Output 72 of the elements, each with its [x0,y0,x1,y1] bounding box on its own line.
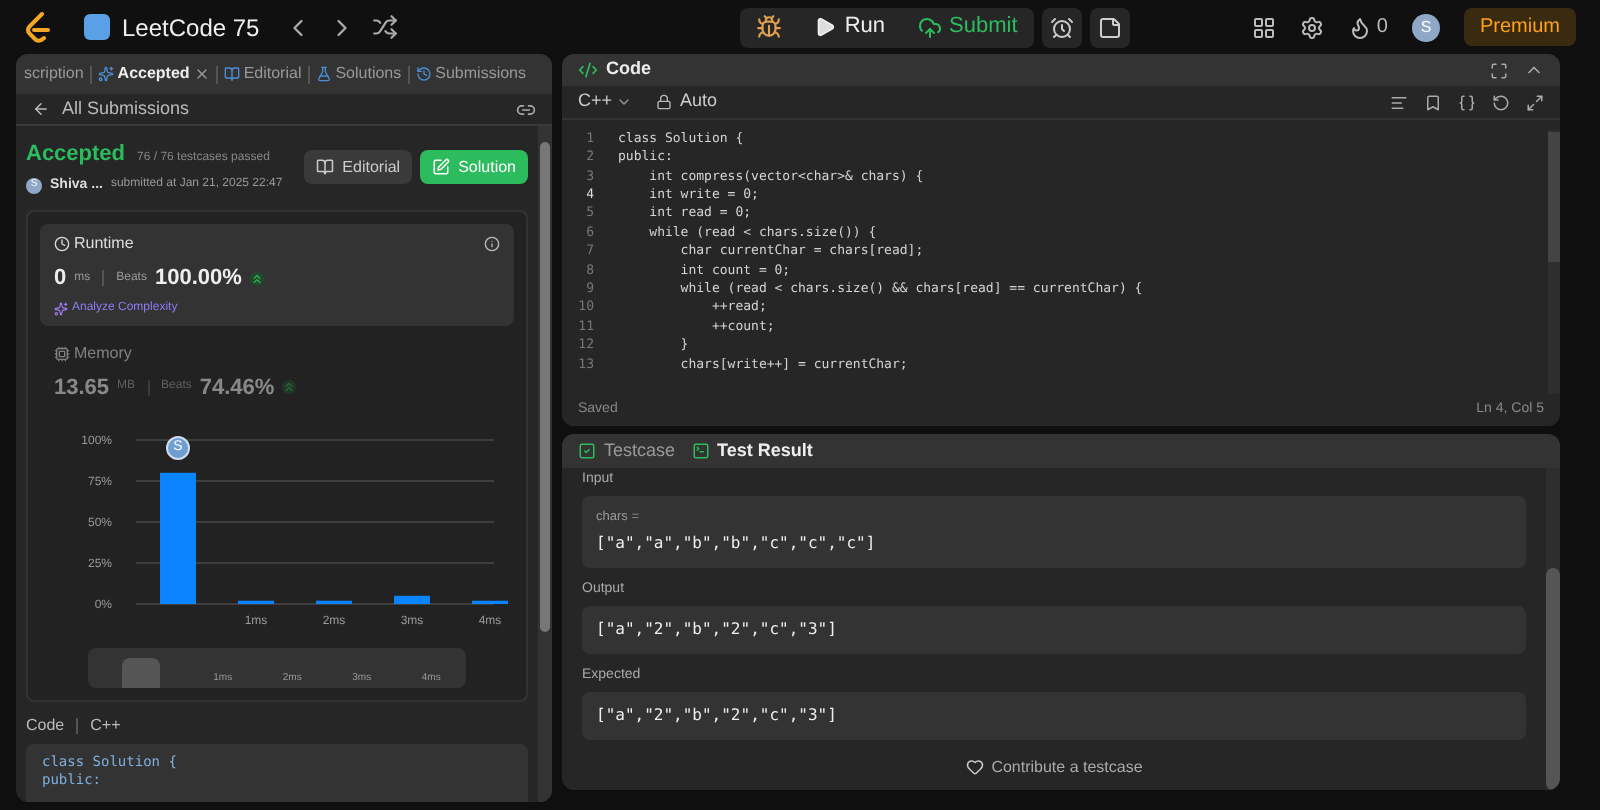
tab-icon [415,66,432,82]
panel-tab[interactable]: Solutions [315,62,402,86]
heart-icon[interactable] [965,758,984,777]
sparkle-icon [54,301,68,315]
result-value: ["a","a","b","b","c","c","c"] [596,531,878,556]
stat-value: 0 [54,264,67,294]
shuffle-icon[interactable] [371,14,398,40]
tab-icon [578,442,596,460]
beats-value: 74.46% [199,373,275,403]
panel-tab[interactable]: Test Result [691,437,813,465]
submit-button[interactable]: Submit [901,10,1034,44]
panel-tab[interactable]: Testcase [578,437,676,465]
stat-value: 13.65 [54,373,110,403]
problem-list-title[interactable]: LeetCode 75 [122,9,260,45]
clock-icon [54,236,70,252]
language-label: C++ [90,714,121,738]
chevron-down-icon[interactable] [616,94,633,110]
tab-icon [223,66,240,82]
flame-icon[interactable] [1348,15,1373,39]
book-icon [316,158,335,176]
panel-tab[interactable]: scription [24,62,84,86]
range-handle[interactable] [122,658,160,688]
link-icon[interactable] [516,99,536,119]
note-icon[interactable] [1089,7,1130,47]
grid-icon[interactable] [1252,15,1277,39]
premium-button[interactable]: Premium [1463,8,1576,46]
result-value: ["a","2","b","2","c","3"] [596,617,839,642]
tab-icon [315,66,332,82]
streak-count: 0 [1376,14,1388,42]
stat-title: Memory [74,341,132,365]
scrollbar[interactable] [1546,468,1560,790]
stat-title: Runtime [74,232,134,256]
panel-title: Code [606,56,651,83]
edit-icon [432,158,451,176]
expand-icon[interactable] [1526,93,1544,111]
result-value: ["a","2","b","2","c","3"] [596,703,839,728]
scrollbar[interactable] [1548,130,1560,394]
close-icon[interactable] [193,66,210,82]
tab-icon [97,66,114,82]
run-button[interactable]: Run [798,10,902,44]
debug-icon[interactable] [756,14,783,40]
format-icon[interactable] [1390,93,1408,111]
lock-icon [656,94,673,110]
panel-tab[interactable]: Submissions [415,62,526,86]
code-label: Code [26,714,65,738]
editorial-button[interactable]: Editorial [304,150,413,184]
trend-icon [249,271,264,286]
panel-tab[interactable]: Editorial [223,62,302,86]
language-select[interactable]: C++ [578,88,613,116]
fullscreen-icon[interactable] [1490,61,1508,79]
logo-icon[interactable] [24,11,52,43]
play-icon [814,16,837,38]
contribute-link[interactable]: Contribute a testcase [991,755,1143,780]
mode-label[interactable]: Auto [680,88,718,116]
status-text: Accepted [26,140,126,170]
scrollbar[interactable] [538,126,552,802]
trend-icon [282,380,297,395]
panel-tab[interactable]: Accepted [97,62,210,86]
tab-icon [691,442,710,460]
code-icon [578,60,598,80]
reset-icon[interactable] [1492,93,1510,111]
settings-icon[interactable] [1300,15,1325,39]
timer-icon[interactable] [1041,7,1082,47]
chip-icon [54,345,70,361]
braces-icon[interactable] [1458,93,1476,111]
bookmark-icon[interactable] [1424,93,1442,111]
chart-bar[interactable] [394,595,430,604]
back-link[interactable]: All Submissions [62,95,190,123]
cloud-upload-icon [917,15,942,39]
back-icon[interactable] [32,100,50,118]
info-icon[interactable] [484,236,500,252]
beats-value: 100.00% [154,264,242,294]
